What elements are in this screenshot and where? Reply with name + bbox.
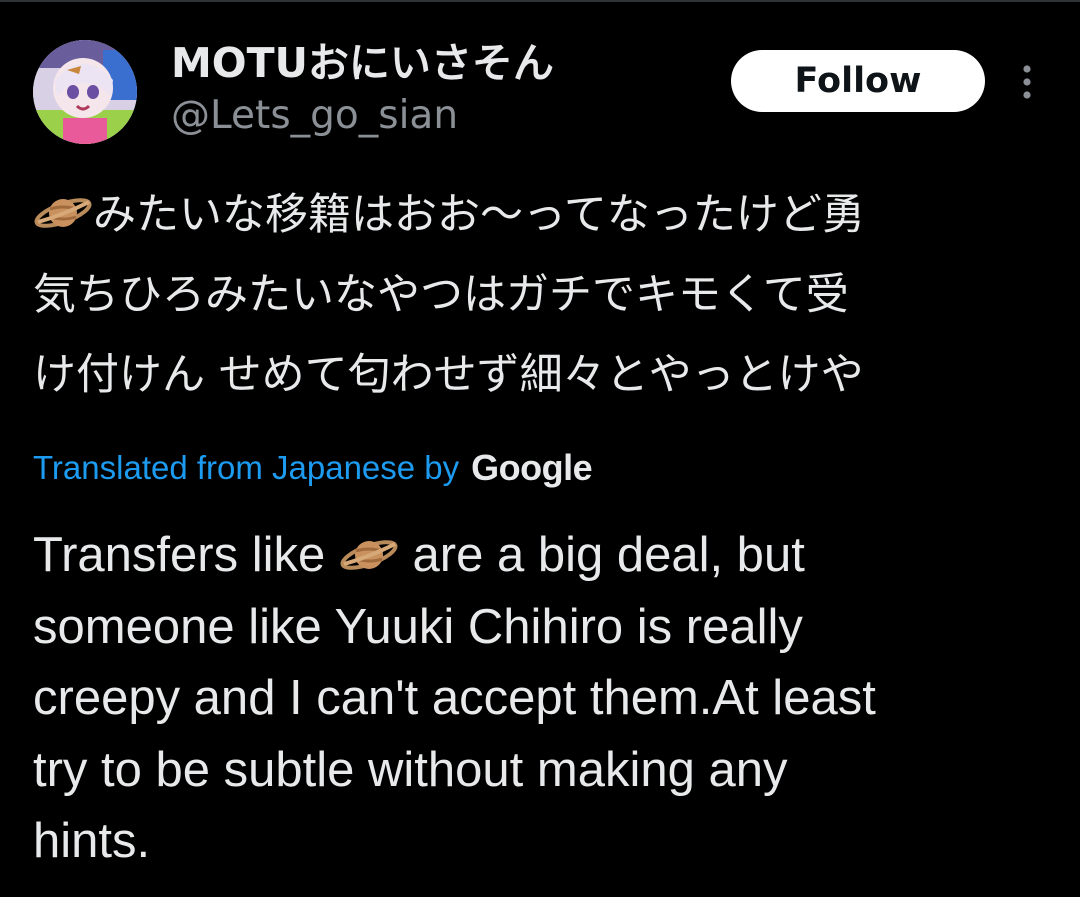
tweet-original-text: みたいな移籍はおお〜ってなったけど勇 気ちひろみたいなやつはガチでキモくて受 け… <box>33 175 1043 415</box>
tweet-header: MOTUおにいさそん @Lets_go_sian Follow <box>0 0 1080 150</box>
tweet-translated-text: Transfers like are a big deal, but someo… <box>33 520 1043 878</box>
ringed-planet-icon <box>340 540 398 570</box>
tweet-translated-line: Transfers like are a big deal, but <box>33 520 1043 592</box>
translated-line-end: are a big deal, but <box>412 528 805 582</box>
avatar[interactable] <box>33 40 137 144</box>
user-handle[interactable]: @Lets_go_sian <box>171 94 458 138</box>
translated-from-label[interactable]: Translated from Japanese by <box>33 449 459 487</box>
tweet-translated-line: try to be subtle without making any <box>33 742 788 797</box>
tweet-original-line: け付けん せめて匂わせず細々とやっとけや <box>33 350 864 400</box>
tweet-translated-line: hints. <box>33 814 151 868</box>
tweet-translated-line: someone like Yuuki Chihiro is really <box>33 599 803 654</box>
more-vertical-icon[interactable] <box>1010 60 1044 104</box>
tweet-translated-line: creepy and I can't accept them.At least <box>33 671 876 725</box>
display-name[interactable]: MOTUおにいさそん <box>171 40 554 86</box>
anime-avatar-icon <box>33 40 137 144</box>
tweet-original-line: みたいな移籍はおお〜ってなったけど勇 <box>33 175 1043 255</box>
ringed-planet-icon <box>34 198 92 228</box>
tweet-original-line-text: みたいな移籍はおお〜ってなったけど勇 <box>93 190 865 240</box>
translated-line-start: Transfers like <box>33 528 326 582</box>
google-logo: Google <box>471 447 593 488</box>
follow-button[interactable]: Follow <box>731 50 985 112</box>
tweet-original-line: 気ちひろみたいなやつはガチでキモくて受 <box>33 270 849 320</box>
translation-attribution[interactable]: Translated from Japanese by Google <box>33 440 593 496</box>
